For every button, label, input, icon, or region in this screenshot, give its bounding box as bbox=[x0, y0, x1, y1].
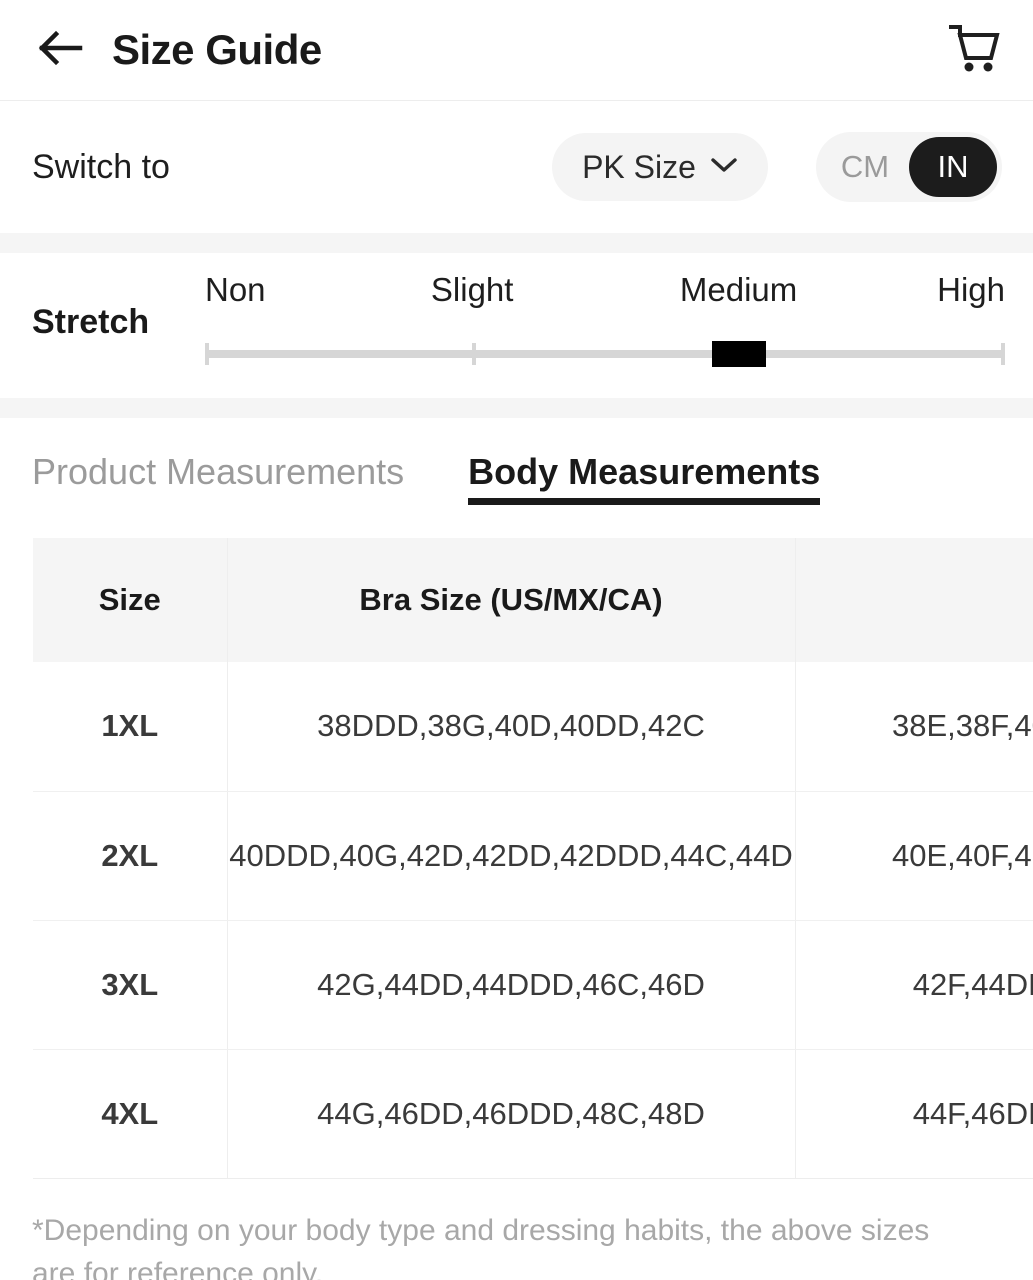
cell-bra-us-mx-ca: 38DDD,38G,40D,40DD,42C bbox=[227, 662, 796, 792]
stretch-slider-labels: Non Slight Medium High bbox=[205, 271, 1005, 323]
stretch-level-medium: Medium bbox=[679, 271, 798, 308]
table-row: 1XL 38DDD,38G,40D,40DD,42C 38E,38F,40D,4… bbox=[33, 662, 1033, 792]
size-system-dropdown[interactable]: PK Size bbox=[552, 133, 768, 201]
stretch-section: Stretch Non Slight Medium High bbox=[0, 253, 1033, 398]
cell-bra-us-mx-ca: 40DDD,40G,42D,42DD,42DDD,44C,44D bbox=[227, 791, 796, 921]
cart-button[interactable] bbox=[943, 19, 1005, 81]
stretch-tick-high bbox=[1001, 343, 1005, 365]
cell-bra-us-mx-ca: 42G,44DD,44DDD,46C,46D bbox=[227, 920, 796, 1050]
header-bra-size-secondary: Bra bbox=[795, 538, 1033, 662]
switch-to-label: Switch to bbox=[32, 147, 170, 186]
stretch-tick-slight bbox=[472, 343, 477, 365]
stretch-tick-non bbox=[205, 343, 209, 365]
stretch-slider[interactable]: Non Slight Medium High bbox=[205, 271, 1005, 381]
header-size: Size bbox=[33, 538, 228, 662]
stretch-label: Stretch bbox=[32, 303, 150, 341]
cell-size: 3XL bbox=[33, 920, 228, 1050]
table-row: 4XL 44G,46DD,46DDD,48C,48D 44F,46DD,46E,… bbox=[33, 1049, 1033, 1179]
cell-bra-secondary: 44F,46DD,46E,48C,48D bbox=[795, 1049, 1033, 1179]
stretch-slider-track[interactable] bbox=[205, 341, 1005, 367]
measurement-tabs: Product Measurements Body Measurements bbox=[0, 418, 1033, 538]
cell-size: 4XL bbox=[33, 1049, 228, 1179]
size-table-body: 1XL 38DDD,38G,40D,40DD,42C 38E,38F,40D,4… bbox=[33, 662, 1033, 1179]
table-header-row: Size Bra Size (US/MX/CA) Bra bbox=[33, 538, 1033, 662]
section-divider-bottom bbox=[0, 398, 1033, 418]
size-table: Size Bra Size (US/MX/CA) Bra 1XL 38DDD,3… bbox=[33, 538, 1033, 1179]
unit-toggle[interactable]: CM IN bbox=[816, 132, 1002, 202]
cell-bra-us-mx-ca: 44G,46DD,46DDD,48C,48D bbox=[227, 1049, 796, 1179]
size-table-head: Size Bra Size (US/MX/CA) Bra bbox=[33, 538, 1033, 662]
unit-option-in[interactable]: IN bbox=[909, 137, 997, 197]
chevron-down-icon bbox=[710, 156, 738, 179]
stretch-level-slight: Slight bbox=[430, 271, 514, 308]
cell-bra-secondary: 38E,38F,40D,40E,42C,42D bbox=[795, 662, 1033, 792]
stretch-slider-thumb[interactable] bbox=[711, 341, 766, 367]
cell-bra-secondary: 42F,44DD,44E,46C,46D bbox=[795, 920, 1033, 1050]
unit-option-cm[interactable]: CM bbox=[821, 137, 909, 197]
tab-product-measurements[interactable]: Product Measurements bbox=[32, 451, 404, 505]
app-header: Size Guide bbox=[0, 0, 1033, 101]
cell-bra-secondary: 40E,40F,42D,42E,44C,44D bbox=[795, 791, 1033, 921]
stretch-level-non: Non bbox=[205, 271, 266, 308]
arrow-left-icon bbox=[36, 28, 84, 73]
size-guide-footnote: *Depending on your body type and dressin… bbox=[32, 1213, 930, 1280]
table-row: 3XL 42G,44DD,44DDD,46C,46D 42F,44DD,44E,… bbox=[33, 920, 1033, 1050]
cell-size: 1XL bbox=[33, 662, 228, 792]
back-button[interactable] bbox=[30, 20, 90, 80]
size-system-value: PK Size bbox=[582, 148, 696, 185]
size-table-scroll-area[interactable]: Size Bra Size (US/MX/CA) Bra 1XL 38DDD,3… bbox=[33, 538, 1033, 1179]
header-bra-size-us-mx-ca: Bra Size (US/MX/CA) bbox=[227, 538, 796, 662]
tab-body-measurements[interactable]: Body Measurements bbox=[468, 451, 821, 505]
section-divider-top bbox=[0, 233, 1033, 253]
table-row: 2XL 40DDD,40G,42D,42DD,42DDD,44C,44D 40E… bbox=[33, 791, 1033, 921]
page-title: Size Guide bbox=[112, 26, 322, 73]
stretch-level-high: High bbox=[937, 271, 1005, 308]
shopping-cart-icon bbox=[947, 22, 1001, 79]
switch-to-row: Switch to PK Size CM IN bbox=[0, 101, 1033, 233]
cell-size: 2XL bbox=[33, 791, 228, 921]
